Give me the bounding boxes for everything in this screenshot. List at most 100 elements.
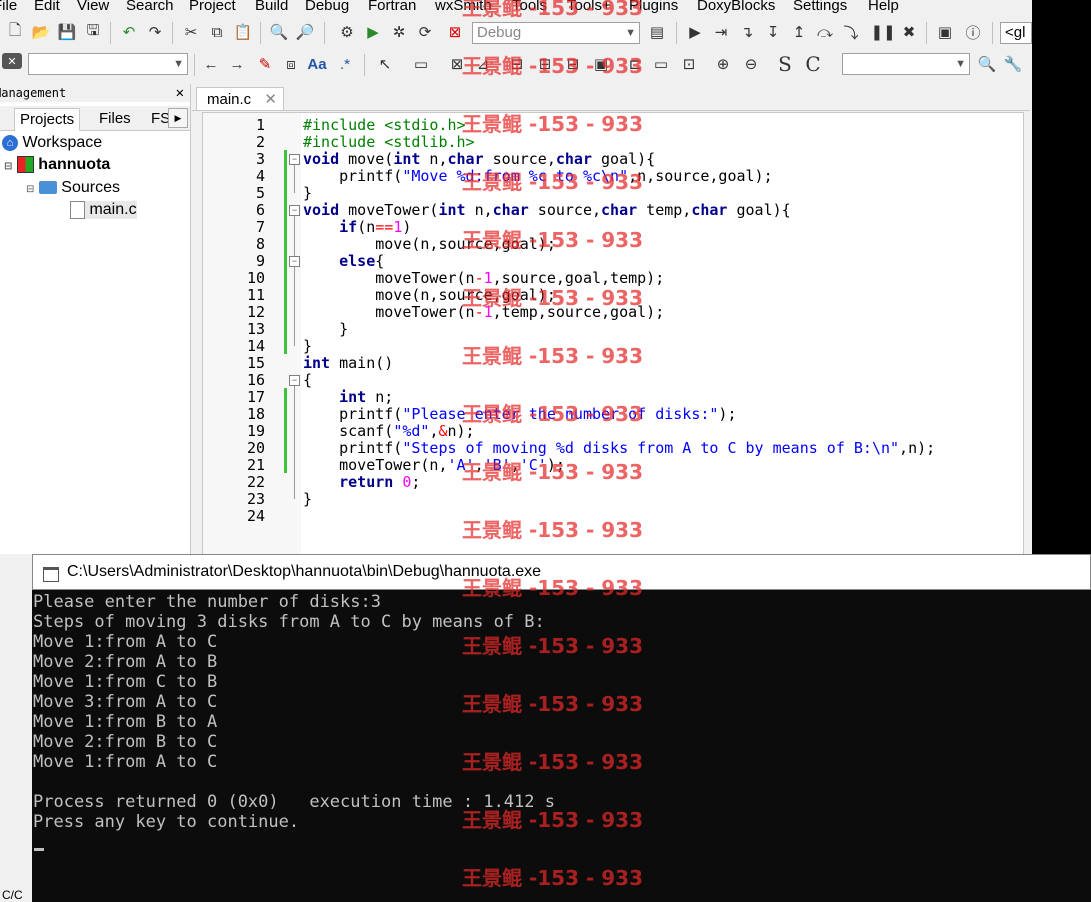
menu-fortran[interactable]: Fortran — [368, 0, 416, 14]
menu-search[interactable]: Search — [126, 0, 174, 14]
pause-icon[interactable]: ❚❚ — [870, 21, 895, 43]
code-line[interactable]: if(n==1) — [303, 218, 411, 236]
redo-icon[interactable]: ↷ — [144, 21, 166, 43]
global-scope-select[interactable]: <gl — [1000, 22, 1032, 44]
code-line[interactable]: void moveTower(int n,char source,char te… — [303, 201, 791, 219]
zoom-in-icon[interactable]: ⊕ — [712, 53, 734, 75]
line-number: 3 — [255, 150, 265, 168]
arrow-left-icon[interactable]: ← — [200, 53, 222, 75]
code-line[interactable]: int main() — [303, 354, 393, 372]
highlight-icon[interactable]: ✎ — [254, 53, 276, 75]
s-icon[interactable]: S — [774, 52, 796, 76]
rebuild-icon[interactable]: ⟳ — [414, 21, 436, 43]
stop-debug-icon[interactable]: ✖ — [898, 21, 920, 43]
save-icon[interactable]: 💾 — [56, 21, 78, 43]
match-case-icon[interactable]: Aa — [306, 53, 328, 75]
menu-help[interactable]: Help — [868, 0, 899, 14]
change-marker — [284, 388, 287, 473]
step-out-icon[interactable]: ↥ — [788, 21, 810, 43]
zoom-out-icon[interactable]: ⊖ — [740, 53, 762, 75]
replace-icon[interactable]: 🔎 — [294, 21, 316, 43]
separator — [324, 22, 325, 44]
management-tabs: Projects Files FS ▶ — [0, 106, 190, 131]
shape-c-icon[interactable]: ⊡ — [678, 53, 700, 75]
build-target-select[interactable]: Debug ▼ — [472, 22, 640, 44]
pointer-icon[interactable]: ↖ — [374, 53, 396, 75]
arrow-right-icon[interactable]: → — [226, 53, 248, 75]
tab-projects[interactable]: Projects — [14, 108, 81, 131]
paste-icon[interactable]: 📋 — [232, 21, 254, 43]
rectangle-icon[interactable]: ▭ — [410, 53, 432, 75]
symbol-combo[interactable]: ▼ — [842, 53, 970, 75]
new-file-icon[interactable]: 🗋 — [4, 21, 26, 43]
tab-scroll-right-icon[interactable]: ▶ — [168, 108, 188, 128]
code-line[interactable]: { — [303, 371, 312, 389]
menu-debug[interactable]: Debug — [305, 0, 349, 14]
code-line[interactable]: int n; — [303, 388, 393, 406]
shape-b-icon[interactable]: ▭ — [650, 53, 672, 75]
undo-icon[interactable]: ↶ — [118, 21, 140, 43]
cut-icon[interactable]: ✂ — [180, 21, 202, 43]
watermark-text: 王景鲲 -153 - 933 — [462, 634, 643, 658]
fold-collapse-icon[interactable]: − — [289, 205, 300, 216]
debug-windows-icon[interactable]: ▣ — [934, 21, 956, 43]
menu-project[interactable]: Project — [189, 0, 236, 14]
regex-icon[interactable]: .* — [334, 53, 356, 75]
run-to-cursor-icon[interactable]: ⇥ — [710, 21, 732, 43]
menu-doxyblocks[interactable]: DoxyBlocks — [697, 0, 775, 14]
separator — [110, 22, 111, 44]
menu-settings[interactable]: Settings — [793, 0, 847, 14]
selection-icon[interactable]: ⧈ — [280, 53, 302, 75]
c-icon[interactable]: C — [802, 52, 824, 76]
info-icon[interactable]: ⓘ — [962, 21, 984, 43]
tab-main-c[interactable]: main.c ✕ — [196, 87, 284, 110]
tab-files[interactable]: Files — [94, 108, 136, 130]
tree-workspace[interactable]: ⌂ Workspace — [2, 134, 102, 152]
debug-continue-icon[interactable]: ▶ — [684, 21, 706, 43]
code-line[interactable]: #include <stdlib.h> — [303, 133, 475, 151]
code-line[interactable]: } — [303, 320, 348, 338]
run-icon[interactable]: ▶ — [362, 21, 384, 43]
close-icon[interactable]: ✕ — [264, 88, 277, 111]
open-icon[interactable]: 📂 — [30, 21, 52, 43]
menu-build[interactable]: Build — [255, 0, 288, 14]
next-line-icon[interactable]: ↴ — [736, 21, 758, 43]
console-window[interactable]: C:\Users\Administrator\Desktop\hannuota\… — [32, 554, 1091, 902]
step-into-icon[interactable]: ↧ — [762, 21, 784, 43]
tree-file-main[interactable]: main.c — [70, 201, 137, 220]
fold-collapse-icon[interactable]: − — [289, 154, 300, 165]
code-line[interactable]: else{ — [303, 252, 384, 270]
build-run-icon[interactable]: ✲ — [388, 21, 410, 43]
build-gear-icon[interactable]: ⚙ — [336, 21, 358, 43]
menu-file[interactable]: File — [0, 0, 17, 14]
fold-collapse-icon[interactable]: − — [289, 375, 300, 386]
fold-collapse-icon[interactable]: − — [289, 256, 300, 267]
code-line[interactable]: printf("Steps of moving %d disks from A … — [303, 439, 935, 457]
code-line[interactable]: #include <stdio.h> — [303, 116, 466, 134]
search-combo[interactable]: ▼ — [28, 53, 188, 75]
wrench-icon[interactable]: 🔧 — [1002, 53, 1024, 75]
search-icon[interactable]: 🔍 — [976, 53, 998, 75]
code-line[interactable]: } — [303, 337, 312, 355]
code-line[interactable]: } — [303, 490, 312, 508]
next-instruction-icon[interactable]: ⤼ — [814, 21, 836, 43]
clear-icon[interactable]: ✕ — [2, 53, 22, 69]
abort-icon[interactable]: ⊠ — [444, 21, 466, 43]
save-all-icon[interactable]: 🖫 — [82, 21, 104, 43]
copy-icon[interactable]: ⧉ — [206, 21, 228, 43]
console-app-icon — [43, 567, 59, 582]
tree-sources[interactable]: ⊟ Sources — [26, 179, 120, 197]
code-line[interactable]: } — [303, 184, 312, 202]
chevron-down-icon: ▼ — [625, 27, 636, 39]
find-icon[interactable]: 🔍 — [268, 21, 290, 43]
management-title-bar: Management ✕ — [0, 84, 190, 102]
show-select-target-icon[interactable]: ▤ — [646, 21, 668, 43]
tree-project[interactable]: ⊟ hannuota — [4, 156, 110, 174]
code-line[interactable]: scanf("%d",&n); — [303, 422, 474, 440]
watermark-text: 王景鲲 -153 - 933 — [462, 402, 643, 426]
close-icon[interactable]: ✕ — [176, 84, 184, 102]
code-line[interactable]: return 0; — [303, 473, 420, 491]
menu-view[interactable]: View — [77, 0, 109, 14]
menu-edit[interactable]: Edit — [34, 0, 60, 14]
step-instruction-icon[interactable]: ⤵ — [840, 21, 862, 43]
